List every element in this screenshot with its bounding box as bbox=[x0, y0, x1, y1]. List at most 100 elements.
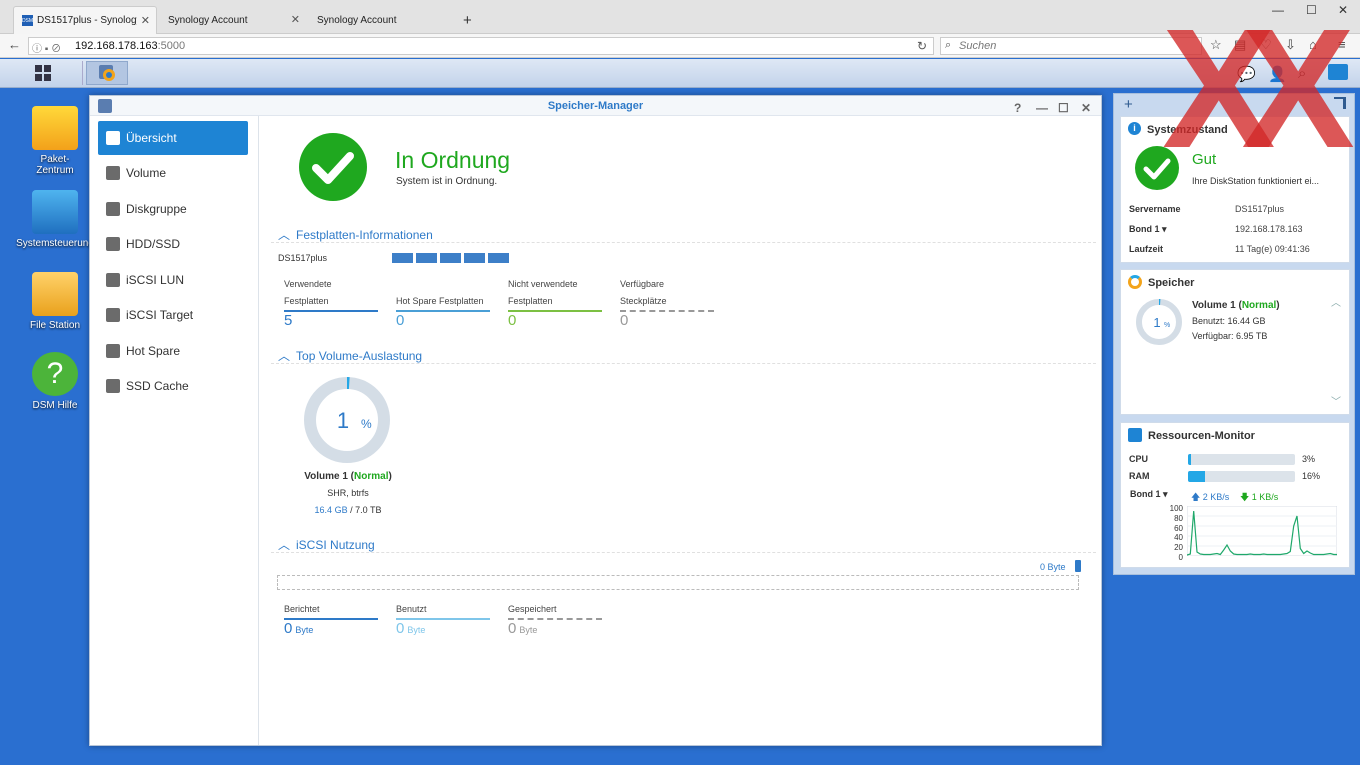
stat-label: Festplatten bbox=[508, 293, 602, 312]
new-tab-plus-icon[interactable]: + bbox=[463, 12, 472, 29]
stat-label: Benutzt bbox=[396, 601, 490, 620]
y-tick-label: 80 bbox=[1174, 513, 1183, 523]
site-info-icon[interactable]: ⓘ ▪ ⊘ bbox=[32, 40, 61, 55]
desktop-icon-label: Paket-Zentrum bbox=[36, 154, 74, 176]
desktop-icon-label: File Station bbox=[29, 320, 81, 331]
sidebar-item-label: SSD Cache bbox=[126, 379, 189, 393]
hdd-icon bbox=[106, 237, 120, 251]
tab-dsm[interactable]: DSM DS1517plus - Synology DiskS ✕ bbox=[13, 6, 157, 34]
app-grid-icon bbox=[34, 65, 51, 81]
widget-title: Ressourcen-Monitor bbox=[1148, 430, 1255, 442]
metric-label: RAM bbox=[1129, 471, 1150, 481]
desktop-icon-label: Systemsteuerung bbox=[16, 238, 94, 249]
desktop-icon-dsm-help[interactable]: ? DSM Hilfe bbox=[15, 352, 95, 411]
stat-value: 0 bbox=[396, 312, 405, 329]
info-value: DS1517plus bbox=[1235, 204, 1285, 214]
window-titlebar[interactable]: Speicher-Manager ? — ☐ ✕ bbox=[90, 96, 1101, 116]
desktop-icon-control-panel[interactable]: Systemsteuerung bbox=[15, 190, 95, 249]
ram-label: RAM bbox=[1129, 471, 1150, 481]
divider bbox=[271, 363, 1096, 364]
network-chart bbox=[1187, 506, 1337, 556]
add-widget-plus-icon[interactable]: + bbox=[1124, 96, 1133, 113]
volume-label: Volume 1 bbox=[304, 471, 348, 482]
stat-label: Hot Spare Festplatten bbox=[396, 293, 490, 312]
dsm-taskbar: 💬 👤 ⌕ bbox=[0, 59, 1360, 88]
stat-used-disks: Verwendete Festplatten 5 bbox=[284, 276, 378, 329]
sidebar-item-iscsi-target[interactable]: iSCSI Target bbox=[98, 298, 248, 332]
sidebar-item-label: Diskgruppe bbox=[126, 202, 187, 216]
volume-label: Volume 1 bbox=[1192, 300, 1236, 311]
volume-used: 16.4 GB bbox=[314, 505, 348, 515]
storage-manager-icon bbox=[98, 99, 112, 113]
menu-hamburger-icon[interactable]: ≡ bbox=[1338, 37, 1346, 52]
bond-dropdown[interactable]: Bond 1 ▾ bbox=[1130, 489, 1168, 500]
pin-panel-icon[interactable] bbox=[1334, 97, 1346, 109]
sidebar-item-label: Hot Spare bbox=[126, 344, 181, 358]
volume-state: Normal bbox=[354, 471, 389, 482]
close-window-icon[interactable]: ✕ bbox=[1338, 3, 1348, 17]
section-title: iSCSI Nutzung bbox=[296, 538, 375, 552]
system-info-rows: Servername DS1517plus Bond 1 ▾ 192.168.178… bbox=[1129, 204, 1344, 264]
reload-icon[interactable]: ↻ bbox=[917, 39, 927, 53]
disk-slot bbox=[416, 253, 437, 263]
section-title: Festplatten-Informationen bbox=[296, 228, 433, 242]
url-port: :5000 bbox=[157, 40, 186, 52]
top-volume-header[interactable]: ︿ Top Volume-Auslastung bbox=[278, 347, 422, 364]
close-tab-icon[interactable]: ✕ bbox=[291, 13, 300, 26]
iscsi-capacity-label: 0 Byte bbox=[1040, 562, 1066, 572]
stat-hot-spare-disks: ​ Hot Spare Festplatten 0 bbox=[396, 276, 490, 329]
sidebar-item-hot-spare[interactable]: Hot Spare bbox=[98, 334, 248, 368]
main-menu-button[interactable] bbox=[3, 61, 83, 85]
tab-synology-account-2[interactable]: Synology Account bbox=[309, 6, 455, 34]
sidebar-item-ssd-cache[interactable]: SSD Cache bbox=[98, 369, 248, 403]
sidebar: Übersicht Volume Diskgruppe HDD/SSD iSCS… bbox=[90, 116, 259, 745]
window-title: Speicher-Manager bbox=[547, 100, 644, 112]
sidebar-item-overview[interactable]: Übersicht bbox=[98, 121, 248, 155]
bond-dropdown[interactable]: Bond 1 ▾ bbox=[1129, 224, 1235, 244]
iscsi-stat-reported: Berichtet 0 Byte bbox=[284, 601, 378, 637]
status-ok-check-icon bbox=[299, 133, 367, 201]
storage-usage-donut: 1 % bbox=[1136, 299, 1182, 345]
back-arrow-icon[interactable]: ← bbox=[8, 37, 21, 52]
sidebar-item-diskgroup[interactable]: Diskgruppe bbox=[98, 192, 248, 226]
package-center-icon bbox=[32, 106, 78, 150]
help-icon[interactable]: ? bbox=[1014, 98, 1021, 118]
sidebar-item-iscsi-lun[interactable]: iSCSI LUN bbox=[98, 263, 248, 297]
sidebar-item-volume[interactable]: Volume bbox=[98, 156, 248, 190]
lun-icon bbox=[106, 273, 120, 287]
disk-slot bbox=[488, 253, 509, 263]
iscsi-usage-bar bbox=[277, 575, 1079, 590]
download-arrow-icon: 🡇 bbox=[1240, 492, 1250, 502]
stat-value: 5 bbox=[284, 312, 293, 329]
donut-percent: 1 bbox=[337, 408, 349, 433]
disk-info-header[interactable]: ︿ Festplatten-Informationen bbox=[278, 226, 433, 243]
resource-monitor-widget: Ressourcen-Monitor CPU 3% RAM 16% Bond 1… bbox=[1120, 422, 1350, 568]
chart-y-axis: 100 80 60 40 20 0 bbox=[1161, 504, 1183, 562]
donut-percent-unit: % bbox=[1164, 322, 1170, 329]
volume-icon bbox=[106, 166, 120, 180]
ram-usage-bar bbox=[1188, 471, 1295, 482]
url-bar[interactable]: ⓘ ▪ ⊘ 192.168.178.163:5000 ↻ bbox=[28, 37, 934, 55]
stat-label: Nicht verwendete bbox=[508, 279, 578, 289]
tab-synology-account-1[interactable]: Synology Account ✕ bbox=[160, 6, 306, 34]
desktop-icon-package-center[interactable]: Paket-Zentrum bbox=[15, 106, 95, 176]
scroll-up-chevron-icon[interactable]: ︿ bbox=[1331, 294, 1341, 309]
maximize-icon[interactable]: ☐ bbox=[1058, 98, 1069, 118]
sidebar-item-hdd-ssd[interactable]: HDD/SSD bbox=[98, 227, 248, 261]
iscsi-header[interactable]: ︿ iSCSI Nutzung bbox=[278, 536, 375, 553]
close-tab-icon[interactable]: ✕ bbox=[141, 14, 150, 27]
watermark-xx-logo: XX bbox=[1162, 0, 1355, 184]
widgets-toggle-icon[interactable] bbox=[1328, 64, 1348, 80]
stat-value: 0 bbox=[284, 620, 293, 637]
volume-name: Volume 1 (Normal) bbox=[304, 471, 392, 482]
stat-label: ​ bbox=[396, 276, 490, 293]
close-icon[interactable]: ✕ bbox=[1081, 98, 1091, 118]
sidebar-item-label: Volume bbox=[126, 166, 167, 180]
scroll-down-chevron-icon[interactable]: ﹀ bbox=[1331, 393, 1341, 408]
minimize-icon[interactable]: — bbox=[1036, 98, 1048, 118]
upload-arrow-icon: 🡅 bbox=[1191, 492, 1201, 502]
taskbar-storage-manager-button[interactable] bbox=[86, 61, 128, 85]
stat-unit: Byte bbox=[519, 625, 538, 635]
section-title: Top Volume-Auslastung bbox=[296, 349, 423, 363]
desktop-icon-file-station[interactable]: File Station bbox=[15, 272, 95, 331]
